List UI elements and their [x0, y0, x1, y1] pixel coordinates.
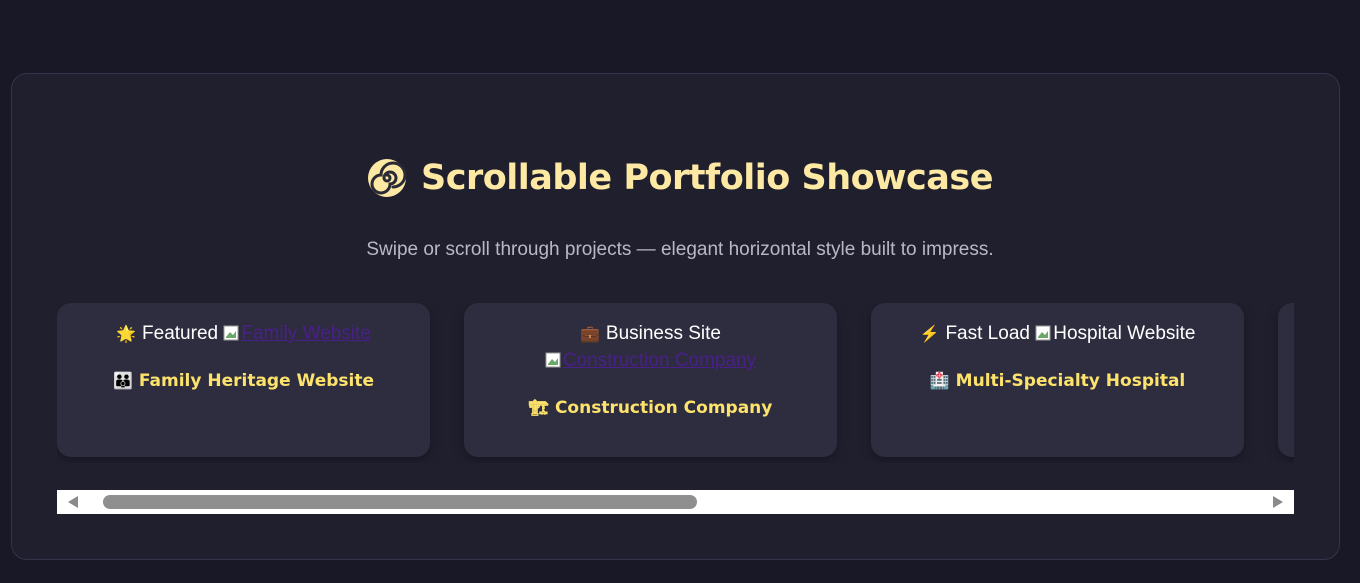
briefcase-icon: 💼 — [579, 326, 600, 343]
hospital-icon: 🏥 — [929, 371, 950, 390]
portfolio-track[interactable]: 🌟 Featured Family Website 👪 Family Heritag… — [57, 303, 1294, 463]
star-icon: 🌟 — [116, 326, 137, 343]
portfolio-card-family[interactable]: 🌟 Featured Family Website 👪 Family Heritag… — [57, 303, 430, 457]
card-badge-label: Fast Load — [945, 323, 1030, 344]
portfolio-card-hospital[interactable]: ⚡ Fast Load Hospital Website 🏥 Multi-Speci… — [871, 303, 1244, 457]
card-image-link[interactable]: Family Website — [241, 323, 371, 344]
broken-image-icon — [1035, 325, 1051, 341]
portfolio-card-construction[interactable]: 💼 Business Site Construction Company 🏗 Con… — [464, 303, 837, 457]
card-title: 🏥 Multi-Specialty Hospital — [871, 369, 1244, 393]
scroll-left-arrow-icon[interactable] — [68, 496, 78, 508]
broken-image-icon — [223, 325, 239, 341]
card-title-text: Construction Company — [554, 398, 773, 418]
card-badge-row: 💼 Business Site — [464, 322, 837, 347]
card-badge-label: Featured — [142, 323, 219, 344]
lightning-icon: ⚡ — [919, 326, 940, 343]
scrollbar-thumb[interactable] — [103, 495, 697, 509]
card-title: 🏗 Construction Company — [464, 396, 837, 420]
card-image-row: Construction Company — [464, 349, 837, 373]
card-title-text: Family Heritage Website — [138, 371, 374, 391]
page-subtitle: Swipe or scroll through projects — elega… — [366, 239, 994, 260]
card-image-alt: Hospital Website — [1053, 323, 1196, 344]
scroll-right-arrow-icon[interactable] — [1273, 496, 1283, 508]
page-title: Scrollable Portfolio Showcase — [421, 158, 993, 198]
card-title-text: Multi-Specialty Hospital — [955, 371, 1186, 391]
card-image-link[interactable]: Construction Company — [563, 350, 756, 371]
portfolio-card-partial[interactable] — [1278, 303, 1294, 457]
family-icon: 👪 — [112, 371, 133, 390]
card-badge-row: 🌟 Featured Family Website — [57, 322, 430, 347]
card-badge-label: Business Site — [605, 323, 722, 344]
title-row: Scrollable Portfolio Showcase — [0, 158, 1360, 198]
spiral-icon — [368, 159, 407, 197]
horizontal-scrollbar[interactable] — [57, 490, 1294, 514]
card-title: 👪 Family Heritage Website — [57, 369, 430, 393]
broken-image-icon — [545, 352, 561, 368]
card-badge-row: ⚡ Fast Load Hospital Website — [871, 322, 1244, 347]
construction-icon: 🏗 — [528, 398, 549, 417]
